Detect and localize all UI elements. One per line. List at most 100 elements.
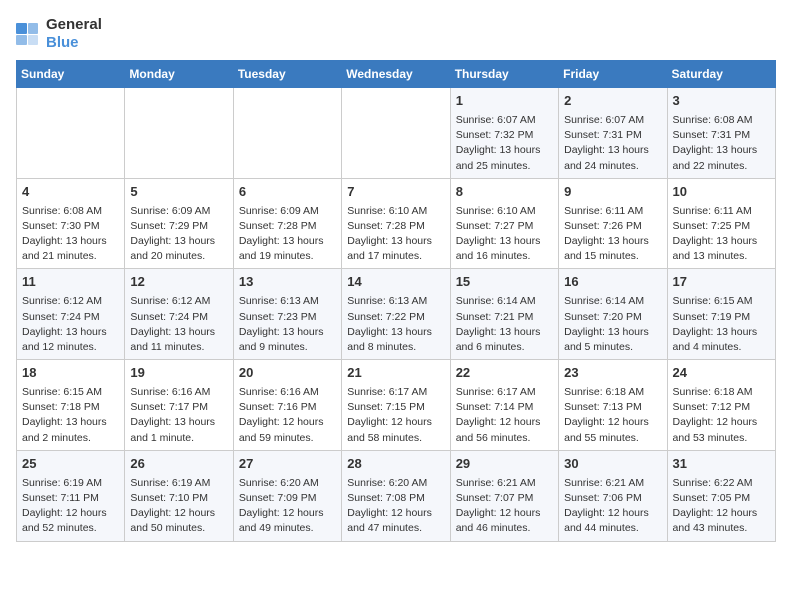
day-info: and 55 minutes.: [564, 431, 661, 446]
day-info: Daylight: 13 hours: [347, 234, 444, 249]
day-cell: 21Sunrise: 6:17 AMSunset: 7:15 PMDayligh…: [342, 360, 450, 451]
day-info: Daylight: 13 hours: [456, 325, 553, 340]
day-number: 2: [564, 92, 661, 111]
day-number: 3: [673, 92, 770, 111]
day-info: and 16 minutes.: [456, 249, 553, 264]
day-info: and 13 minutes.: [673, 249, 770, 264]
day-info: and 20 minutes.: [130, 249, 227, 264]
day-info: Sunset: 7:23 PM: [239, 310, 336, 325]
day-info: Sunset: 7:29 PM: [130, 219, 227, 234]
day-info: Sunset: 7:28 PM: [347, 219, 444, 234]
day-info: Sunset: 7:15 PM: [347, 400, 444, 415]
day-info: Sunset: 7:27 PM: [456, 219, 553, 234]
header-cell-saturday: Saturday: [667, 61, 775, 88]
day-info: and 19 minutes.: [239, 249, 336, 264]
day-info: and 17 minutes.: [347, 249, 444, 264]
day-cell: 9Sunrise: 6:11 AMSunset: 7:26 PMDaylight…: [559, 178, 667, 269]
week-row-4: 18Sunrise: 6:15 AMSunset: 7:18 PMDayligh…: [17, 360, 776, 451]
header-cell-thursday: Thursday: [450, 61, 558, 88]
day-info: and 6 minutes.: [456, 340, 553, 355]
day-info: Daylight: 12 hours: [22, 506, 119, 521]
day-info: Sunrise: 6:17 AM: [456, 385, 553, 400]
day-info: Sunrise: 6:20 AM: [347, 476, 444, 491]
day-cell: 2 Sunrise: 6:07 AMSunset: 7:31 PMDaylight…: [559, 88, 667, 179]
day-info: Sunset: 7:31 PM: [564, 128, 661, 143]
day-info: Daylight: 12 hours: [673, 506, 770, 521]
day-info: and 43 minutes.: [673, 521, 770, 536]
day-info: Sunrise: 6:22 AM: [673, 476, 770, 491]
day-info: and 25 minutes.: [456, 159, 553, 174]
logo-line2: Blue: [46, 34, 102, 52]
week-row-5: 25Sunrise: 6:19 AMSunset: 7:11 PMDayligh…: [17, 450, 776, 541]
day-info: Daylight: 13 hours: [564, 143, 661, 158]
day-info: Sunrise: 6:19 AM: [22, 476, 119, 491]
day-number: 31: [673, 455, 770, 474]
day-info: Sunrise: 6:21 AM: [456, 476, 553, 491]
logo-line1: General: [46, 16, 102, 34]
week-row-3: 11Sunrise: 6:12 AMSunset: 7:24 PMDayligh…: [17, 269, 776, 360]
day-info: Daylight: 12 hours: [456, 506, 553, 521]
day-cell: 6Sunrise: 6:09 AMSunset: 7:28 PMDaylight…: [233, 178, 341, 269]
day-info: Daylight: 12 hours: [564, 415, 661, 430]
day-info: Sunrise: 6:07 AM: [564, 113, 661, 128]
day-cell: 8Sunrise: 6:10 AMSunset: 7:27 PMDaylight…: [450, 178, 558, 269]
day-info: Daylight: 13 hours: [456, 234, 553, 249]
day-cell: [233, 88, 341, 179]
day-info: and 9 minutes.: [239, 340, 336, 355]
day-info: Sunset: 7:13 PM: [564, 400, 661, 415]
day-info: Sunset: 7:14 PM: [456, 400, 553, 415]
day-cell: 30Sunrise: 6:21 AMSunset: 7:06 PMDayligh…: [559, 450, 667, 541]
day-info: Daylight: 12 hours: [347, 506, 444, 521]
day-info: and 4 minutes.: [673, 340, 770, 355]
day-info: Daylight: 13 hours: [564, 234, 661, 249]
day-cell: 20Sunrise: 6:16 AMSunset: 7:16 PMDayligh…: [233, 360, 341, 451]
day-info: Daylight: 12 hours: [347, 415, 444, 430]
day-info: and 49 minutes.: [239, 521, 336, 536]
day-cell: 17Sunrise: 6:15 AMSunset: 7:19 PMDayligh…: [667, 269, 775, 360]
day-info: Sunset: 7:18 PM: [22, 400, 119, 415]
day-info: Daylight: 13 hours: [22, 415, 119, 430]
day-number: 1: [456, 92, 553, 111]
day-info: Sunrise: 6:12 AM: [130, 294, 227, 309]
day-cell: 15Sunrise: 6:14 AMSunset: 7:21 PMDayligh…: [450, 269, 558, 360]
day-info: and 12 minutes.: [22, 340, 119, 355]
day-cell: 18Sunrise: 6:15 AMSunset: 7:18 PMDayligh…: [17, 360, 125, 451]
day-number: 29: [456, 455, 553, 474]
day-info: Sunrise: 6:07 AM: [456, 113, 553, 128]
day-info: Sunset: 7:11 PM: [22, 491, 119, 506]
day-info: Sunset: 7:21 PM: [456, 310, 553, 325]
calendar-table: SundayMondayTuesdayWednesdayThursdayFrid…: [16, 60, 776, 542]
day-info: and 52 minutes.: [22, 521, 119, 536]
day-number: 5: [130, 183, 227, 202]
logo-svg: [16, 23, 38, 45]
header-cell-monday: Monday: [125, 61, 233, 88]
day-cell: 11Sunrise: 6:12 AMSunset: 7:24 PMDayligh…: [17, 269, 125, 360]
day-number: 18: [22, 364, 119, 383]
day-number: 16: [564, 273, 661, 292]
day-info: Daylight: 12 hours: [456, 415, 553, 430]
day-cell: 28Sunrise: 6:20 AMSunset: 7:08 PMDayligh…: [342, 450, 450, 541]
day-info: Daylight: 13 hours: [22, 325, 119, 340]
day-info: Sunrise: 6:18 AM: [564, 385, 661, 400]
day-info: Daylight: 13 hours: [456, 143, 553, 158]
day-cell: 5Sunrise: 6:09 AMSunset: 7:29 PMDaylight…: [125, 178, 233, 269]
day-info: Sunset: 7:26 PM: [564, 219, 661, 234]
day-info: and 46 minutes.: [456, 521, 553, 536]
day-cell: 29Sunrise: 6:21 AMSunset: 7:07 PMDayligh…: [450, 450, 558, 541]
day-info: Sunrise: 6:08 AM: [673, 113, 770, 128]
day-info: Daylight: 12 hours: [673, 415, 770, 430]
day-number: 17: [673, 273, 770, 292]
day-info: and 56 minutes.: [456, 431, 553, 446]
day-info: Sunset: 7:28 PM: [239, 219, 336, 234]
day-number: 7: [347, 183, 444, 202]
day-info: Daylight: 13 hours: [130, 415, 227, 430]
day-info: Sunrise: 6:21 AM: [564, 476, 661, 491]
day-number: 15: [456, 273, 553, 292]
day-info: Sunrise: 6:18 AM: [673, 385, 770, 400]
day-cell: 1Sunrise: 6:07 AMSunset: 7:32 PMDaylight…: [450, 88, 558, 179]
day-info: Daylight: 13 hours: [564, 325, 661, 340]
day-number: 6: [239, 183, 336, 202]
header-cell-tuesday: Tuesday: [233, 61, 341, 88]
day-info: Sunset: 7:22 PM: [347, 310, 444, 325]
day-cell: 23Sunrise: 6:18 AMSunset: 7:13 PMDayligh…: [559, 360, 667, 451]
